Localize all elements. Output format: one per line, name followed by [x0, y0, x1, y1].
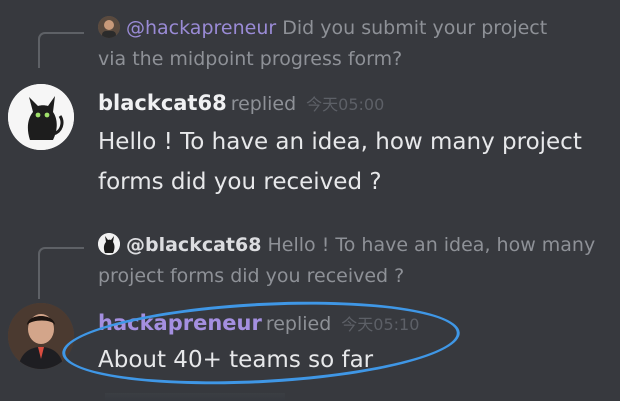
- hackapreneur-mini-avatar: [98, 16, 120, 38]
- message-header: hackapreneur replied 今天05:10: [98, 308, 419, 340]
- reply-preview[interactable]: @blackcat68 Hello ! To have an idea, how…: [98, 230, 598, 292]
- author-name[interactable]: blackcat68: [98, 91, 227, 115]
- reply-mention[interactable]: @hackapreneur: [126, 17, 276, 39]
- reply-mention[interactable]: @blackcat68: [126, 234, 261, 256]
- message-header: blackcat68 replied 今天05:00: [98, 88, 384, 120]
- message-content: About 40+ teams so far: [98, 347, 374, 373]
- action-verb: replied: [265, 313, 332, 335]
- timestamp: 今天05:00: [306, 95, 385, 114]
- blackcat-mini-avatar: [98, 233, 120, 255]
- timestamp: 今天05:10: [341, 315, 420, 334]
- message-content: Hello ! To have an idea, how many projec…: [98, 129, 582, 195]
- person-avatar[interactable]: [8, 303, 74, 369]
- action-verb: replied: [230, 93, 297, 115]
- reply-preview[interactable]: @hackapreneur Did you submit your projec…: [98, 13, 578, 75]
- reply-connector: [38, 247, 84, 299]
- author-name[interactable]: hackapreneur: [98, 311, 262, 335]
- next-message-fragment: [105, 393, 285, 401]
- black-cat-avatar[interactable]: [8, 84, 74, 150]
- reply-connector: [38, 32, 84, 68]
- chat-window: @hackapreneur Did you submit your projec…: [0, 0, 620, 401]
